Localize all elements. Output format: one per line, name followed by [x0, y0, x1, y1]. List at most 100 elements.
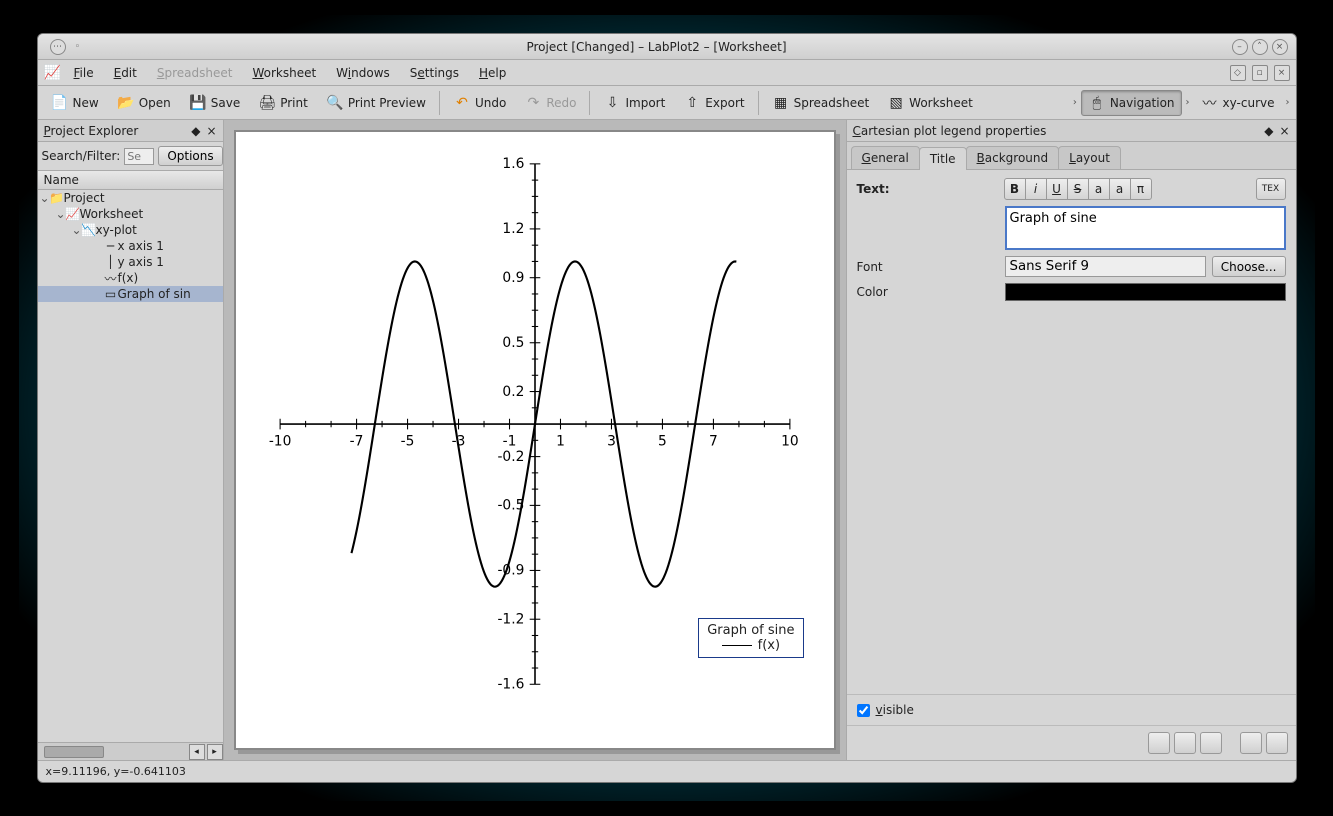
properties-panel: Cartesian plot legend properties ◆ × Gen… — [846, 120, 1296, 760]
overflow-left-icon[interactable]: › — [1073, 97, 1077, 108]
scroll-right-icon[interactable]: ▸ — [207, 744, 223, 760]
italic-button[interactable]: i — [1025, 178, 1047, 200]
panel-close-icon[interactable]: × — [1279, 124, 1289, 138]
svg-text:-1.6: -1.6 — [497, 677, 524, 693]
copy-button[interactable] — [1240, 732, 1262, 754]
menu-edit[interactable]: Edit — [106, 64, 145, 82]
close-button[interactable]: × — [1272, 39, 1288, 55]
visible-label: visible — [876, 703, 914, 717]
strike-button[interactable]: S — [1067, 178, 1089, 200]
xycurve-button[interactable]: 〰xy-curve — [1194, 90, 1282, 116]
mdi-min-icon[interactable]: ◇ — [1230, 65, 1246, 81]
tab-background[interactable]: Background — [966, 146, 1060, 169]
export-button[interactable]: ⇧Export — [676, 90, 751, 116]
svg-text:-7: -7 — [349, 433, 363, 449]
tab-general[interactable]: General — [851, 146, 920, 169]
tree-node-xyplot[interactable]: ⌄📉xy-plot — [38, 222, 223, 238]
svg-text:-5: -5 — [400, 433, 414, 449]
panel-float-icon[interactable]: ◆ — [191, 124, 200, 138]
menu-settings[interactable]: Settings — [402, 64, 467, 82]
overflow-right-icon[interactable]: › — [1286, 97, 1290, 108]
plot-icon: 📉 — [82, 223, 96, 237]
tab-title[interactable]: Title — [919, 147, 967, 170]
superscript-button[interactable]: a — [1088, 178, 1110, 200]
tree-node-xaxis[interactable]: ─x axis 1 — [38, 238, 223, 254]
paste-button[interactable] — [1266, 732, 1288, 754]
panel-close-icon[interactable]: × — [206, 124, 216, 138]
tree-hscroll[interactable]: ◂ ▸ — [38, 742, 223, 760]
curve-icon: 〰 — [1201, 94, 1219, 112]
worksheet-view[interactable]: -10-7-5-3-1135710-1.6-1.2-0.9-0.5-0.20.2… — [224, 120, 846, 760]
minimize-button[interactable]: – — [1232, 39, 1248, 55]
redo-icon: ↷ — [524, 94, 542, 112]
tree-column-name[interactable]: Name — [38, 171, 223, 190]
menu-file[interactable]: File — [66, 64, 102, 82]
open-button[interactable]: 📂Open — [110, 90, 178, 116]
panel-float-icon[interactable]: ◆ — [1264, 124, 1273, 138]
menu-worksheet[interactable]: Worksheet — [244, 64, 324, 82]
symbol-button[interactable]: π — [1130, 178, 1152, 200]
maximize-button[interactable]: ˄ — [1252, 39, 1268, 55]
menu-help[interactable]: Help — [471, 64, 514, 82]
window-menu-icon[interactable]: ⋯ — [50, 39, 66, 55]
format-toolbar: B i U S a a π — [1005, 178, 1152, 200]
tree-node-project[interactable]: ⌄📁Project — [38, 190, 223, 206]
properties-title: Cartesian plot legend properties — [853, 124, 1265, 138]
open-icon: 📂 — [117, 94, 135, 112]
worksheet-button[interactable]: ▧Worksheet — [880, 90, 980, 116]
color-label: Color — [857, 285, 997, 299]
overflow-mid-icon[interactable]: › — [1186, 97, 1190, 108]
tree-node-legend[interactable]: ▭Graph of sin — [38, 286, 223, 302]
choose-font-button[interactable]: Choose... — [1212, 256, 1286, 277]
visible-checkbox[interactable] — [857, 704, 870, 717]
bold-button[interactable]: B — [1004, 178, 1026, 200]
undo-button[interactable]: ↶Undo — [446, 90, 513, 116]
save-template-button[interactable] — [1174, 732, 1196, 754]
print-button[interactable]: 🖨Print — [251, 90, 315, 116]
mdi-max-icon[interactable]: ▫ — [1252, 65, 1268, 81]
print-icon: 🖨 — [258, 94, 276, 112]
svg-text:5: 5 — [658, 433, 667, 449]
underline-button[interactable]: U — [1046, 178, 1068, 200]
project-tree[interactable]: ⌄📁Project ⌄📈Worksheet ⌄📉xy-plot ─x axis … — [38, 190, 223, 742]
folder-icon: 📁 — [50, 191, 64, 205]
search-input[interactable] — [124, 148, 154, 165]
tree-node-worksheet[interactable]: ⌄📈Worksheet — [38, 206, 223, 222]
spreadsheet-button[interactable]: ▦Spreadsheet — [765, 90, 877, 116]
mdi-close-icon[interactable]: × — [1274, 65, 1290, 81]
edit-template-button[interactable] — [1200, 732, 1222, 754]
font-label: Font — [857, 260, 997, 274]
tab-layout[interactable]: Layout — [1058, 146, 1121, 169]
tree-node-fx[interactable]: 〰f(x) — [38, 270, 223, 286]
menu-windows[interactable]: Windows — [328, 64, 398, 82]
svg-text:10: 10 — [781, 433, 799, 449]
save-icon: 💾 — [189, 94, 207, 112]
subscript-button[interactable]: a — [1109, 178, 1131, 200]
plot-legend[interactable]: Graph of sine f(x) — [698, 618, 803, 658]
svg-text:3: 3 — [607, 433, 616, 449]
redo-button: ↷Redo — [517, 90, 583, 116]
titlebar: ⋯ ◦ Project [Changed] – LabPlot2 – [Work… — [38, 34, 1296, 60]
new-button[interactable]: 📄New — [44, 90, 106, 116]
svg-text:0.2: 0.2 — [502, 384, 524, 400]
scroll-left-icon[interactable]: ◂ — [189, 744, 205, 760]
title-text-input[interactable] — [1005, 206, 1286, 250]
tree-node-yaxis[interactable]: │y axis 1 — [38, 254, 223, 270]
window-title: Project [Changed] – LabPlot2 – [Workshee… — [86, 40, 1228, 54]
save-button[interactable]: 💾Save — [182, 90, 247, 116]
status-coords: x=9.11196, y=-0.641103 — [46, 765, 186, 778]
import-button[interactable]: ⇩Import — [596, 90, 672, 116]
load-template-button[interactable] — [1148, 732, 1170, 754]
color-swatch[interactable] — [1005, 283, 1286, 301]
svg-text:1: 1 — [556, 433, 565, 449]
mouse-icon: 🖱 — [1088, 94, 1106, 112]
import-icon: ⇩ — [603, 94, 621, 112]
tex-button[interactable]: TEX — [1256, 178, 1286, 200]
plot-canvas[interactable]: -10-7-5-3-1135710-1.6-1.2-0.9-0.5-0.20.2… — [234, 130, 836, 750]
pin-icon[interactable]: ◦ — [70, 39, 86, 55]
navigation-button[interactable]: 🖱Navigation — [1081, 90, 1182, 116]
options-button[interactable]: Options — [158, 146, 222, 166]
app-window: ⋯ ◦ Project [Changed] – LabPlot2 – [Work… — [37, 33, 1297, 783]
print-preview-button[interactable]: 🔍Print Preview — [319, 90, 433, 116]
svg-text:-1: -1 — [502, 433, 516, 449]
